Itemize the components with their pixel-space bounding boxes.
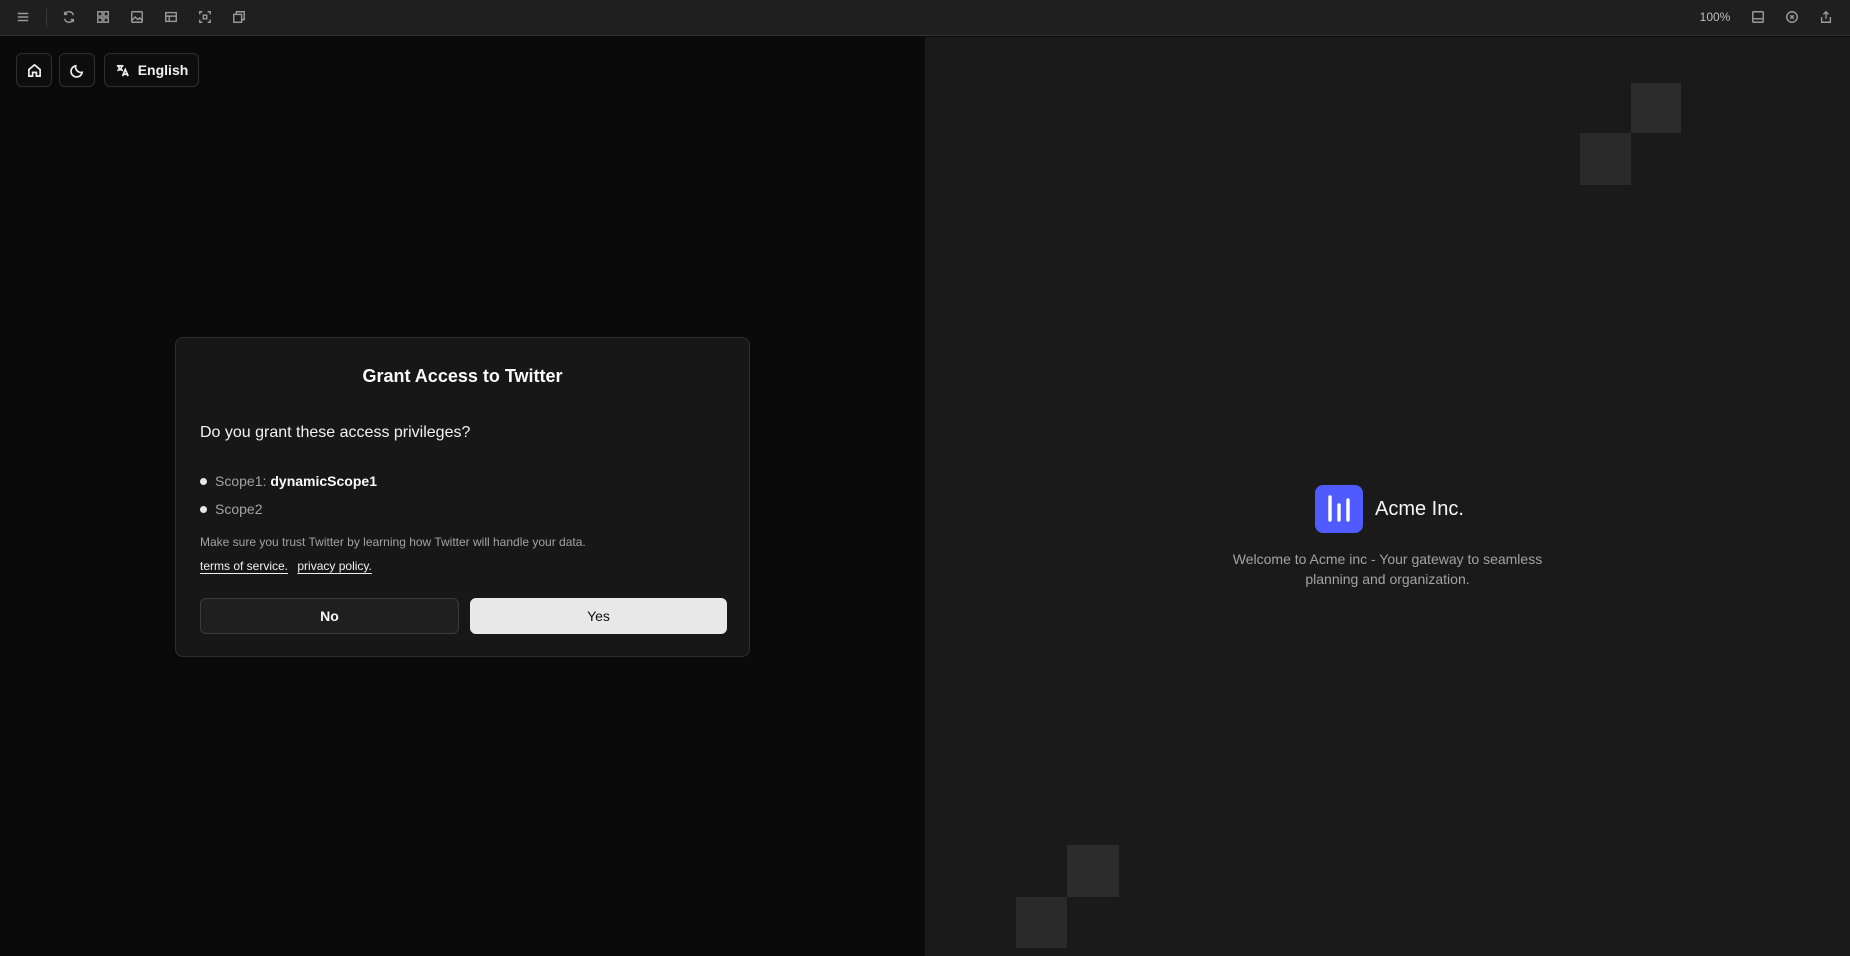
terms-of-service-link[interactable]: terms of service. [200, 559, 288, 573]
layout-icon[interactable] [162, 8, 180, 26]
dialog-question: Do you grant these access privileges? [200, 424, 471, 441]
auth-pane: English Grant Access to Twitter Do you g… [0, 37, 925, 956]
grid-icon[interactable] [94, 8, 112, 26]
bullet-icon [200, 477, 207, 485]
brand-header: Acme Inc. [1315, 485, 1464, 533]
theme-toggle-button[interactable] [59, 53, 95, 87]
dialog-title: Grant Access to Twitter [362, 366, 563, 386]
copy-icon[interactable] [230, 8, 248, 26]
menu-icon[interactable] [14, 8, 32, 26]
scope-label: Scope2 [215, 501, 263, 517]
home-button[interactable] [16, 53, 52, 87]
refresh-icon[interactable] [60, 8, 78, 26]
top-toolbar: 100% [0, 0, 1850, 36]
zoom-level[interactable]: 100% [1690, 10, 1740, 24]
decorative-grid-top [1400, 37, 1850, 297]
policy-links: terms of service. privacy policy. [200, 559, 378, 573]
selection-icon[interactable] [196, 8, 214, 26]
language-label: English [137, 62, 189, 78]
grant-access-dialog: Grant Access to Twitter Do you grant the… [175, 337, 750, 657]
trust-notice: Make sure you trust Twitter by learning … [200, 535, 586, 549]
branding-pane: Acme Inc. Welcome to Acme inc - Your gat… [925, 37, 1850, 956]
moon-icon [69, 63, 85, 78]
language-button[interactable]: English [104, 53, 199, 87]
close-circle-icon[interactable] [1783, 8, 1801, 26]
share-icon[interactable] [1817, 8, 1835, 26]
allow-button[interactable]: Yes [470, 598, 727, 634]
toolbar-divider [46, 9, 47, 27]
acme-logo-icon [1315, 485, 1363, 533]
home-icon [27, 63, 42, 78]
scope-value: dynamicScope1 [270, 473, 377, 489]
image-icon[interactable] [128, 8, 146, 26]
translate-icon [115, 63, 130, 78]
welcome-text: Welcome to Acme inc - Your gateway to se… [1232, 551, 1543, 587]
deny-button[interactable]: No [200, 598, 459, 634]
decorative-grid-bottom [925, 702, 1375, 956]
scope-item: Scope2 [200, 501, 262, 517]
panel-icon[interactable] [1749, 8, 1767, 26]
bullet-icon [200, 505, 207, 513]
brand-name: Acme Inc. [1375, 497, 1464, 520]
scope-label: Scope1: [215, 473, 267, 489]
scope-item: Scope1: dynamicScope1 [200, 473, 377, 489]
privacy-policy-link[interactable]: privacy policy. [297, 559, 371, 573]
